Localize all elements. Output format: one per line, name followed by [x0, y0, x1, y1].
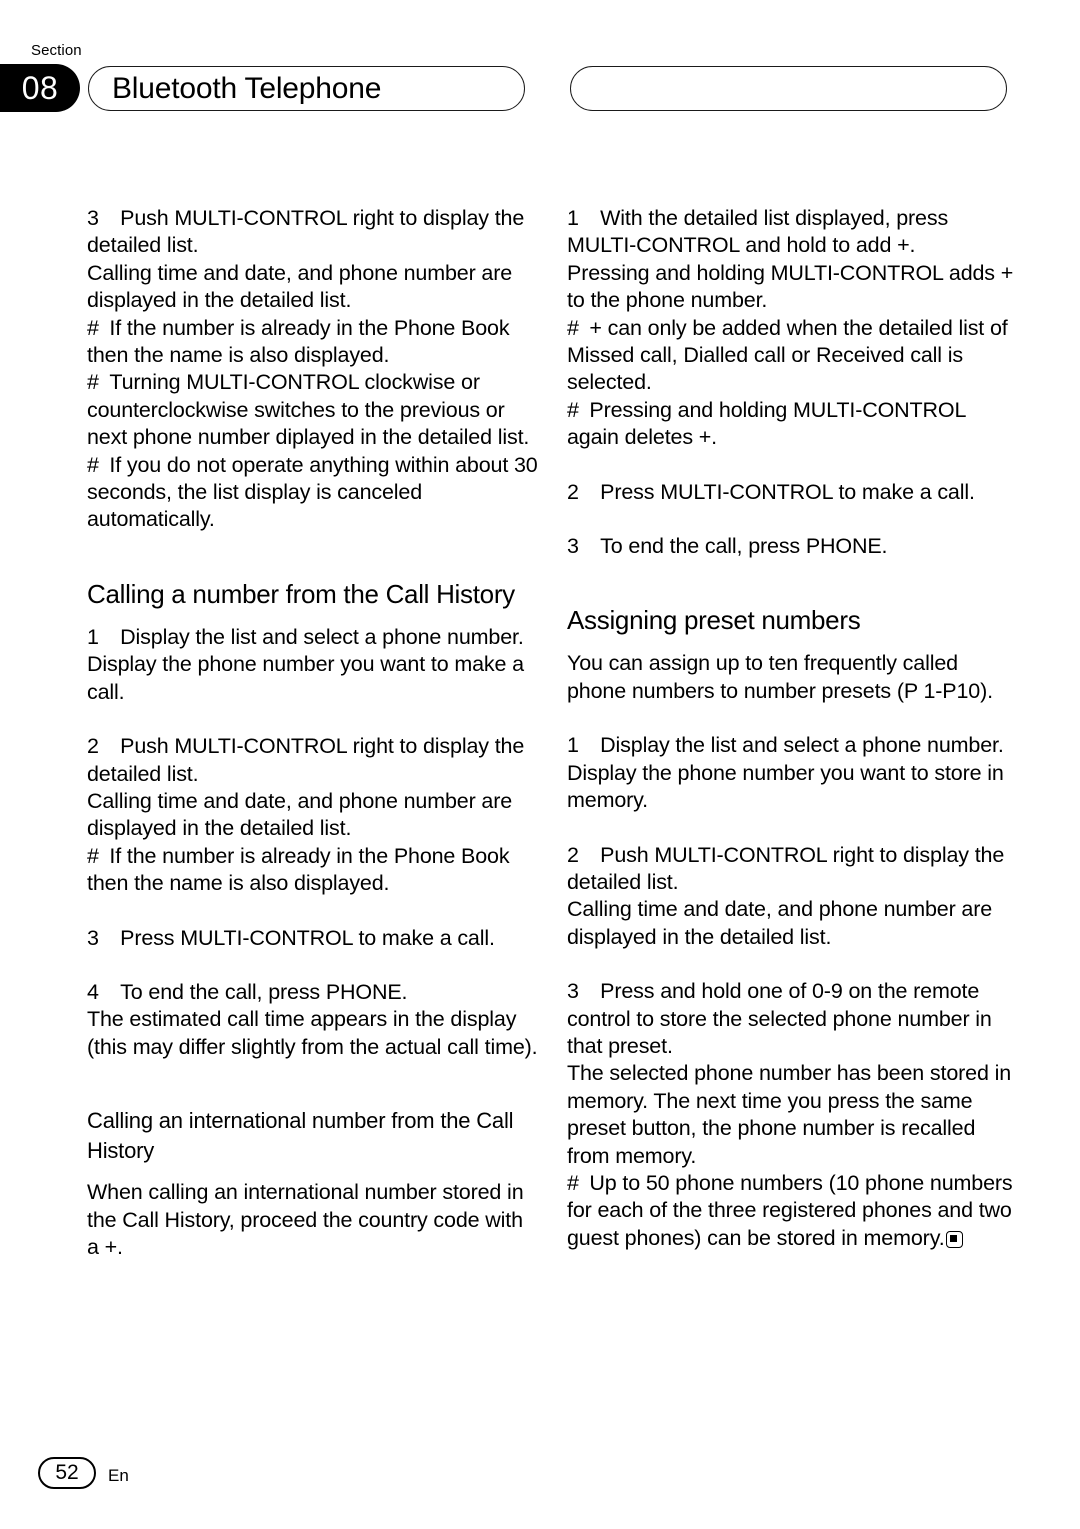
left-body: 3 Push MULTI-CONTROL right to display th…: [87, 205, 539, 534]
note-bullet: # Turning MULTI-CONTROL clockwise or cou…: [87, 370, 530, 450]
page-header: Section 08 Bluetooth Telephone: [0, 0, 1080, 140]
step-note: The estimated call time appears in the d…: [87, 1007, 538, 1059]
right-column: 1 With the detailed list displayed, pres…: [567, 205, 1019, 1252]
page-footer: 52 En: [0, 1439, 1080, 1529]
step-item: 1 With the detailed list displayed, pres…: [567, 206, 949, 258]
note-bullet: # Pressing and holding MULTI-CONTROL aga…: [567, 397, 966, 450]
presets-body: You can assign up to ten frequently call…: [567, 650, 1019, 1252]
section-label: Section: [31, 42, 82, 59]
international-note-body: When calling an international number sto…: [87, 1179, 539, 1261]
page-title: Bluetooth Telephone: [112, 71, 382, 105]
step-note: Display the phone number you want to sto…: [567, 760, 1004, 813]
language-code: En: [108, 1466, 129, 1485]
right-body: 1 With the detailed list displayed, pres…: [567, 205, 1019, 560]
header-pill-right-empty: [570, 66, 1007, 111]
paragraph: When calling an international number sto…: [87, 1180, 524, 1259]
step-note: Calling time and date, and phone number …: [567, 897, 993, 949]
left-column: 3 Push MULTI-CONTROL right to display th…: [87, 205, 539, 1261]
step-note: Pressing and holding MULTI-CONTROL adds …: [567, 260, 1014, 313]
section-heading-assigning-presets: Assigning preset numbers: [567, 605, 861, 636]
step-item: 1 Display the list and select a phone nu…: [567, 733, 1004, 758]
note-bullet: # If the number is already in the Phone …: [87, 843, 510, 896]
note-bullet: # If the number is already in the Phone …: [87, 315, 510, 368]
call-history-steps: 1 Display the list and select a phone nu…: [87, 624, 539, 1061]
note-bullet: # Up to 50 phone numbers (10 phone numbe…: [567, 1170, 1019, 1252]
step-item: 3 Press and hold one of 0-9 on the remot…: [567, 979, 992, 1058]
note-bullet: # If you do not operate anything within …: [87, 452, 538, 532]
step-item: 2 Push MULTI-CONTROL right to display th…: [567, 842, 1005, 894]
page-number-badge: 52: [38, 1457, 96, 1489]
step-item: 2 Press MULTI-CONTROL to make a call.: [567, 479, 975, 504]
step-item: 3 Press MULTI-CONTROL to make a call.: [87, 925, 495, 950]
step-note: Display the phone number you want to mak…: [87, 652, 524, 704]
step-item: 2 Push MULTI-CONTROL right to display th…: [87, 734, 525, 786]
step-note: Calling time and date, and phone number …: [87, 788, 513, 841]
step-item: 1 Display the list and select a phone nu…: [87, 624, 524, 649]
chapter-title-pill: Bluetooth Telephone: [88, 66, 525, 111]
step-note: The selected phone number has been store…: [567, 1061, 1012, 1168]
subheading-international-number: Calling an international number from the…: [87, 1108, 514, 1164]
step-item: 4 To end the call, press PHONE.: [87, 979, 408, 1004]
section-number-tab: 08: [0, 64, 80, 112]
note-bullet: # + can only be added when the detailed …: [567, 315, 1008, 395]
paragraph: You can assign up to ten frequently call…: [567, 651, 993, 703]
step-item: 3 To end the call, press PHONE.: [567, 534, 888, 559]
section-heading-call-history: Calling a number from the Call History: [87, 578, 515, 609]
step-note: Calling time and date, and phone number …: [87, 260, 513, 313]
step-item: 3 Push MULTI-CONTROL right to display th…: [87, 206, 525, 258]
end-of-section-marker-icon: [945, 1230, 963, 1248]
